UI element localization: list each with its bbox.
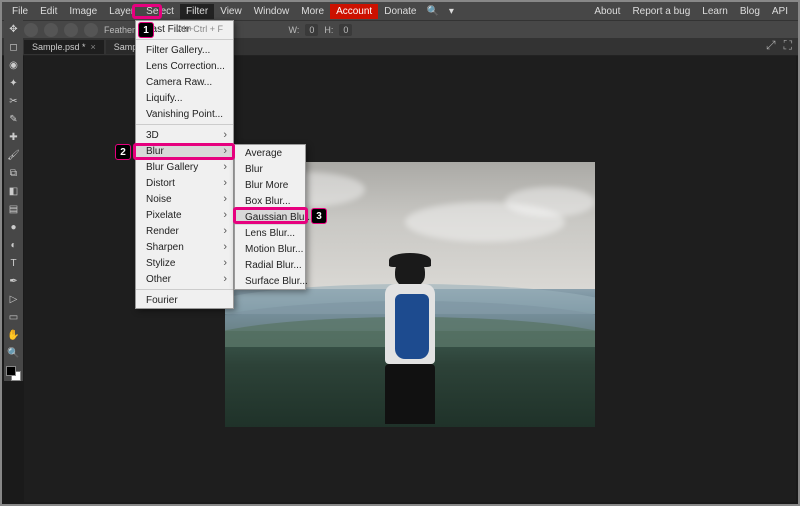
- options-bar: Feather: 0 W: 0 H: 0: [2, 20, 798, 38]
- menu-select[interactable]: Select: [140, 4, 180, 19]
- feather-label: Feather:: [104, 25, 138, 35]
- reset-view-icon[interactable]: ⤢: [766, 38, 776, 53]
- menu-image[interactable]: Image: [63, 4, 103, 19]
- dd-3d[interactable]: 3D: [136, 127, 233, 143]
- dd-lens-correction[interactable]: Lens Correction...: [136, 58, 233, 74]
- menu-layer[interactable]: Layer: [103, 4, 140, 19]
- crop-tool-icon[interactable]: ✂: [6, 94, 22, 109]
- hand-tool-icon[interactable]: ✋: [6, 328, 22, 343]
- selection-add-icon[interactable]: [44, 23, 58, 37]
- menu-view[interactable]: View: [214, 4, 248, 19]
- dd-box-blur[interactable]: Box Blur...: [235, 193, 305, 209]
- dd-blur-average[interactable]: Average: [235, 145, 305, 161]
- tools-sidebar: ✥ ◻ ◉ ✦ ✂ ✎ ✚ 🖌 ⧉ ◧ ▤ ● ◐ T ✒ ▷ ▭ ✋ 🔍: [4, 20, 23, 381]
- menubar: File Edit Image Layer Select Filter View…: [2, 2, 798, 20]
- dd-blur-blur[interactable]: Blur: [235, 161, 305, 177]
- dd-other[interactable]: Other: [136, 271, 233, 287]
- dd-surface-blur[interactable]: Surface Blur...: [235, 273, 305, 289]
- selection-new-icon[interactable]: [24, 23, 38, 37]
- dd-filter-gallery[interactable]: Filter Gallery...: [136, 42, 233, 58]
- dd-camera-raw[interactable]: Camera Raw...: [136, 74, 233, 90]
- person-figure: [370, 257, 450, 427]
- tab-sample-psd-1[interactable]: Sample.psd *×: [24, 40, 104, 54]
- dodge-tool-icon[interactable]: ◐: [6, 238, 22, 253]
- menu-donate[interactable]: Donate: [378, 4, 422, 19]
- eyedropper-tool-icon[interactable]: ✎: [6, 112, 22, 127]
- menu-dropdown-icon[interactable]: ▾: [443, 4, 460, 19]
- dd-blur-more[interactable]: Blur More: [235, 177, 305, 193]
- clone-tool-icon[interactable]: ⧉: [6, 166, 22, 181]
- dd-motion-blur[interactable]: Motion Blur...: [235, 241, 305, 257]
- width-value[interactable]: 0: [305, 24, 318, 36]
- dd-stylize[interactable]: Stylize: [136, 255, 233, 271]
- dd-liquify[interactable]: Liquify...: [136, 90, 233, 106]
- brush-tool-icon[interactable]: 🖌: [6, 148, 22, 163]
- dd-render[interactable]: Render: [136, 223, 233, 239]
- link-blog[interactable]: Blog: [734, 4, 766, 19]
- filter-dropdown: Last FilterAlt+Ctrl + F Filter Gallery..…: [135, 20, 234, 309]
- menu-filter[interactable]: Filter: [180, 4, 214, 19]
- wand-tool-icon[interactable]: ✦: [6, 76, 22, 91]
- width-label: W:: [289, 25, 300, 35]
- move-tool-icon[interactable]: ✥: [6, 22, 22, 37]
- height-label: H:: [324, 25, 333, 35]
- menu-more[interactable]: More: [295, 4, 330, 19]
- dd-blur[interactable]: Blur: [136, 143, 233, 159]
- blur-submenu: Average Blur Blur More Box Blur... Gauss…: [234, 144, 306, 290]
- callout-1: 1: [138, 22, 154, 38]
- menu-window[interactable]: Window: [248, 4, 296, 19]
- blur-tool-icon[interactable]: ●: [6, 220, 22, 235]
- dd-lens-blur[interactable]: Lens Blur...: [235, 225, 305, 241]
- eraser-tool-icon[interactable]: ◧: [6, 184, 22, 199]
- dd-pixelate[interactable]: Pixelate: [136, 207, 233, 223]
- gradient-tool-icon[interactable]: ▤: [6, 202, 22, 217]
- dd-fourier[interactable]: Fourier: [136, 292, 233, 308]
- selection-subtract-icon[interactable]: [64, 23, 78, 37]
- dd-blur-gallery[interactable]: Blur Gallery: [136, 159, 233, 175]
- link-learn[interactable]: Learn: [696, 4, 734, 19]
- zoom-tool-icon[interactable]: 🔍: [6, 346, 22, 361]
- selection-intersect-icon[interactable]: [84, 23, 98, 37]
- path-tool-icon[interactable]: ▷: [6, 292, 22, 307]
- link-about[interactable]: About: [588, 4, 626, 19]
- dd-gaussian-blur[interactable]: Gaussian Blur...: [235, 209, 305, 225]
- callout-2: 2: [115, 144, 131, 160]
- lasso-tool-icon[interactable]: ◉: [6, 58, 22, 73]
- color-swatch[interactable]: [6, 366, 21, 381]
- callout-3: 3: [311, 208, 327, 224]
- document-tabs: Sample.psd *× Sample.psd×: [2, 38, 798, 56]
- type-tool-icon[interactable]: T: [6, 256, 22, 271]
- dd-noise[interactable]: Noise: [136, 191, 233, 207]
- pen-tool-icon[interactable]: ✒: [6, 274, 22, 289]
- height-value[interactable]: 0: [339, 24, 352, 36]
- dd-sharpen[interactable]: Sharpen: [136, 239, 233, 255]
- shape-tool-icon[interactable]: ▭: [6, 310, 22, 325]
- fullscreen-icon[interactable]: ⛶: [784, 38, 792, 53]
- marquee-tool-icon[interactable]: ◻: [6, 40, 22, 55]
- link-api[interactable]: API: [766, 4, 794, 19]
- dd-distort[interactable]: Distort: [136, 175, 233, 191]
- viewport-controls: ⤢ ⛶: [766, 38, 792, 53]
- menu-file[interactable]: File: [6, 4, 34, 19]
- menu-account[interactable]: Account: [330, 4, 378, 19]
- link-report-bug[interactable]: Report a bug: [626, 4, 696, 19]
- menu-edit[interactable]: Edit: [34, 4, 63, 19]
- heal-tool-icon[interactable]: ✚: [6, 130, 22, 145]
- search-icon[interactable]: 🔍: [422, 4, 442, 19]
- close-icon[interactable]: ×: [91, 42, 96, 52]
- dd-vanishing-point[interactable]: Vanishing Point...: [136, 106, 233, 122]
- dd-radial-blur[interactable]: Radial Blur...: [235, 257, 305, 273]
